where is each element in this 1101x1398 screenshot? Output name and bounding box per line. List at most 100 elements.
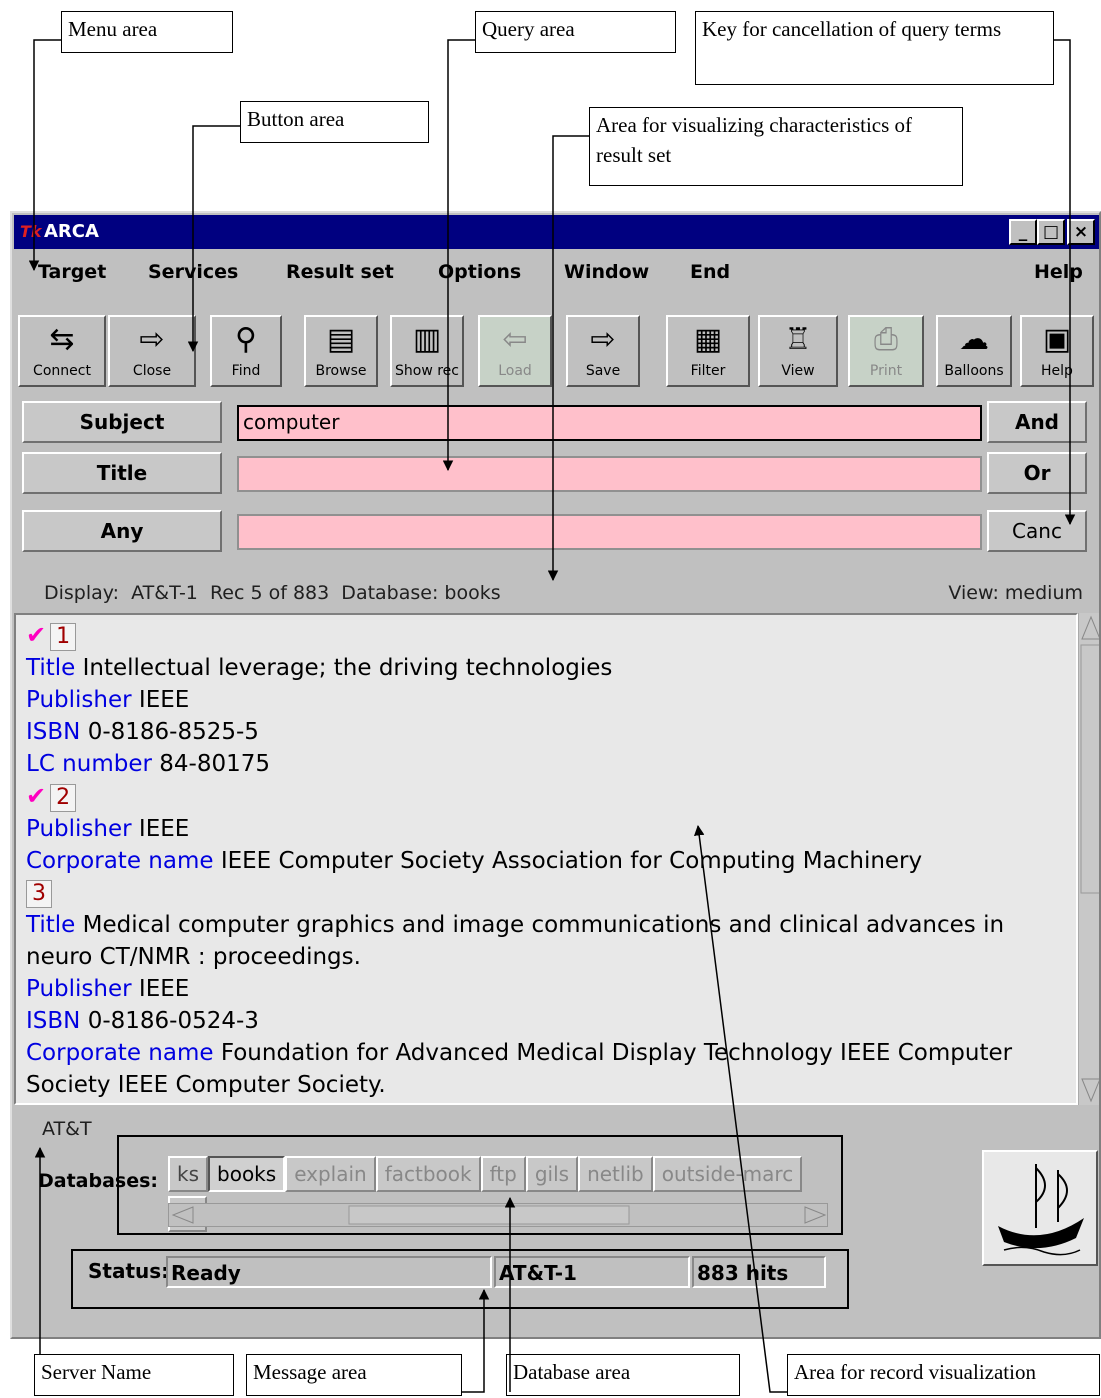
- field-value: 84-80175: [159, 751, 270, 777]
- keyhole-icon: ♖: [784, 322, 812, 357]
- ship-icon: [998, 1164, 1084, 1256]
- db-tab[interactable]: ks: [168, 1156, 209, 1192]
- connect-button[interactable]: ⇆ Connect: [18, 315, 106, 387]
- cancel-button[interactable]: Canc: [987, 510, 1087, 552]
- filter-button[interactable]: ▦ Filter: [666, 315, 750, 387]
- field-label: Title: [26, 912, 76, 938]
- db-tab[interactable]: netlib: [578, 1156, 653, 1192]
- record-number[interactable]: 2: [50, 784, 77, 812]
- and-button[interactable]: And: [987, 401, 1087, 443]
- print-button[interactable]: ⎙ Print: [848, 315, 924, 387]
- arca-window: Tk ARCA _ □ × Target Services Result set…: [10, 211, 1101, 1339]
- bottom-panel: AT&T Databases: ks books explain factbook ft…: [12, 1108, 1099, 1337]
- title-input[interactable]: [237, 456, 982, 492]
- save-button[interactable]: ⇨ Save: [566, 315, 640, 387]
- field-value: 0-8186-0524-3: [87, 1008, 259, 1034]
- db-tab-books[interactable]: books: [208, 1156, 286, 1192]
- query-row-subject: Subject computer And: [22, 399, 1092, 447]
- minimize-button[interactable]: _: [1009, 219, 1037, 245]
- query-row-title: Title Or: [22, 450, 1092, 498]
- db-tab[interactable]: explain: [285, 1156, 376, 1192]
- ship-logo[interactable]: [982, 1150, 1098, 1266]
- field-label: Corporate name: [26, 1040, 214, 1066]
- annotation-result-area: Area for visualizing characteristics of …: [589, 107, 963, 186]
- help-button[interactable]: ▣ Help: [1020, 315, 1094, 387]
- title-bar[interactable]: Tk ARCA _ □ ×: [14, 215, 1099, 249]
- menu-target[interactable]: Target: [38, 261, 106, 283]
- tk-logo-icon: Tk: [20, 222, 42, 241]
- subject-input[interactable]: computer: [237, 405, 982, 441]
- annotation-record-area: Area for record visualization: [787, 1354, 1100, 1396]
- menu-help[interactable]: Help: [1034, 261, 1083, 283]
- book-icon: ▤: [326, 322, 356, 357]
- field-value: IEEE: [138, 816, 190, 842]
- annotation-message-area: Message area: [246, 1354, 462, 1396]
- record-number[interactable]: 1: [50, 623, 77, 651]
- load-button[interactable]: ⇦ Load: [478, 315, 552, 387]
- db-tab[interactable]: outside-marc: [652, 1156, 803, 1192]
- annotation-button-area: Button area: [240, 101, 429, 143]
- annotation-menu-area: Menu area: [61, 11, 233, 53]
- db-tab[interactable]: gils: [525, 1156, 579, 1192]
- close-button[interactable]: ×: [1067, 219, 1095, 245]
- menu-services[interactable]: Services: [148, 261, 238, 283]
- scroll-thumb: [1080, 644, 1099, 894]
- find-button[interactable]: ⚲ Find: [210, 315, 282, 387]
- any-input[interactable]: [237, 514, 982, 550]
- or-button[interactable]: Or: [987, 452, 1087, 494]
- balloons-button[interactable]: ☁ Balloons: [936, 315, 1012, 387]
- field-label: Publisher: [26, 687, 132, 713]
- close-db-button[interactable]: ⇨ Close: [108, 315, 196, 387]
- query-row-any: Any Canc: [22, 508, 1092, 556]
- checkmark-icon[interactable]: ✔: [26, 782, 46, 810]
- database-tabs: ks books explain factbook ftp gils netlib outsi…: [168, 1152, 828, 1232]
- menu-window[interactable]: Window: [564, 261, 649, 283]
- databases-label: Databases:: [38, 1170, 159, 1192]
- scroll-right-icon: [804, 1206, 827, 1224]
- connect-icon: ⇆: [49, 322, 75, 357]
- field-value: IEEE Computer Society Association for Co…: [220, 848, 923, 874]
- menu-options[interactable]: Options: [438, 261, 521, 283]
- scroll-up-icon: [1081, 615, 1099, 640]
- field-label: ISBN: [26, 719, 81, 745]
- field-value: IEEE: [138, 976, 190, 1002]
- database-scrollbar[interactable]: [168, 1203, 828, 1227]
- status-message: Ready: [166, 1256, 492, 1288]
- db-tab[interactable]: ftp: [480, 1156, 526, 1192]
- field-value: IEEE: [138, 687, 190, 713]
- annotation-server-name: Server Name: [34, 1354, 234, 1396]
- record-display[interactable]: ✔ 1 Title Intellectual leverage; the driv…: [14, 613, 1078, 1105]
- toolbar: ⇆ Connect ⇨ Close ⚲ Find ▤ Browse ▥ Show rec …: [14, 299, 1099, 407]
- title-label-button[interactable]: Title: [22, 452, 222, 494]
- field-label: ISBN: [26, 1008, 81, 1034]
- floppy-icon: ⇨: [590, 322, 616, 357]
- display-info: Display: AT&T-1 Rec 5 of 883 Database: b…: [44, 582, 501, 604]
- scroll-down-icon: [1081, 1078, 1099, 1103]
- scrollbar-arrows: [1080, 615, 1099, 1103]
- status-label: Status:: [88, 1259, 170, 1283]
- field-value: Medical computer graphics and image comm…: [26, 912, 1005, 970]
- menu-bar: Target Services Result set Options Windo…: [14, 253, 1099, 293]
- field-label: LC number: [26, 751, 152, 777]
- binoculars-icon: ⚲: [235, 322, 257, 357]
- subject-label-button[interactable]: Subject: [22, 401, 222, 443]
- show-rec-button[interactable]: ▥ Show rec: [390, 315, 464, 387]
- view-button[interactable]: ♖ View: [758, 315, 838, 387]
- menu-result-set[interactable]: Result set: [286, 261, 394, 283]
- field-label: Publisher: [26, 816, 132, 842]
- document-icon: ▥: [412, 322, 442, 357]
- browse-button[interactable]: ▤ Browse: [304, 315, 378, 387]
- folder-close-icon: ⇨: [139, 322, 165, 357]
- any-label-button[interactable]: Any: [22, 510, 222, 552]
- menu-end[interactable]: End: [690, 261, 730, 283]
- checkmark-icon[interactable]: ✔: [26, 621, 46, 649]
- view-mode: View: medium: [948, 582, 1083, 604]
- maximize-button[interactable]: □: [1037, 219, 1065, 245]
- db-tab[interactable]: factbook: [375, 1156, 481, 1192]
- field-value: 0-8186-8525-5: [87, 719, 259, 745]
- result-info-bar: Display: AT&T-1 Rec 5 of 883 Database: b…: [14, 575, 1099, 611]
- record-scrollbar[interactable]: [1078, 613, 1099, 1105]
- annotation-database-area: Database area: [506, 1354, 740, 1396]
- filter-icon: ▦: [693, 322, 723, 357]
- record-number[interactable]: 3: [26, 880, 52, 908]
